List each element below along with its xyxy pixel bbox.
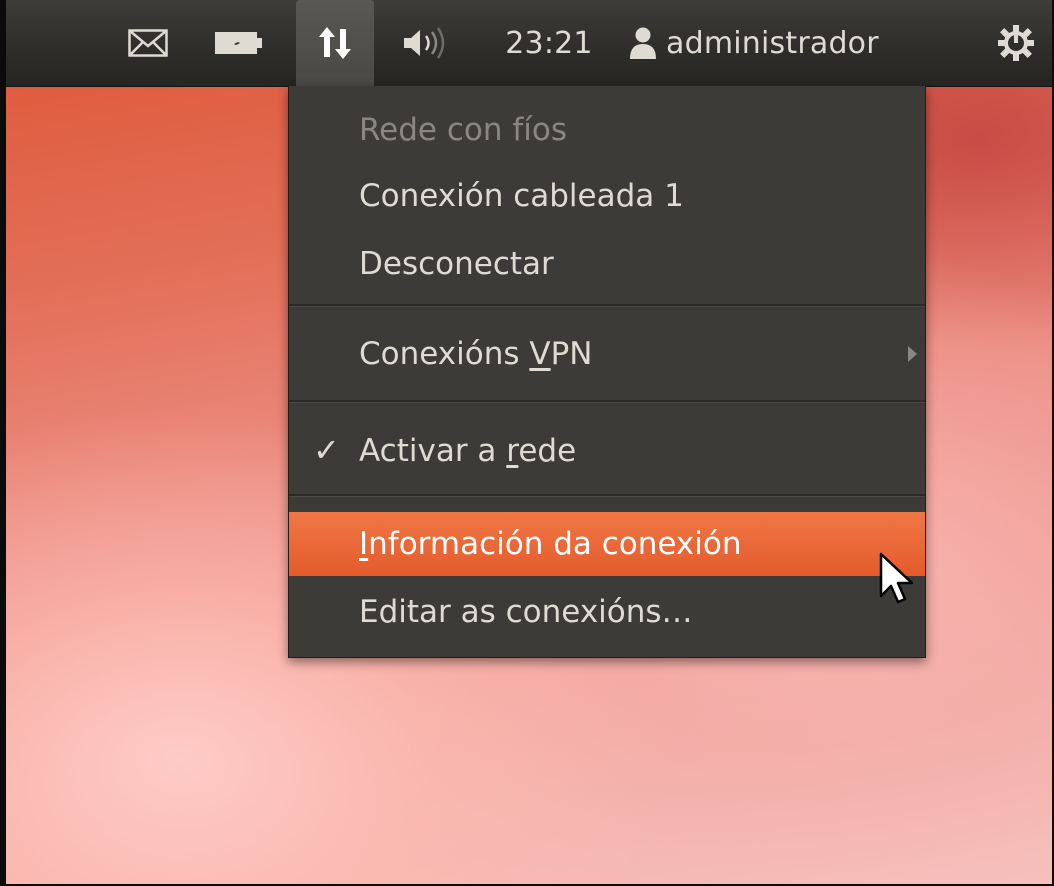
battery-charging-icon bbox=[215, 32, 262, 54]
user-icon bbox=[630, 27, 656, 59]
menu-separator bbox=[289, 304, 925, 307]
menu-item-label: Conexión cableada 1 bbox=[359, 178, 684, 214]
menu-item-vpn-connections[interactable]: Conexións VPN bbox=[289, 322, 925, 386]
mail-indicator[interactable] bbox=[120, 0, 176, 86]
menu-item-edit-connections[interactable]: Editar as conexións… bbox=[289, 580, 925, 644]
clock-indicator[interactable]: 23:21 bbox=[484, 0, 614, 86]
session-indicator[interactable] bbox=[990, 0, 1042, 86]
menu-item-label: Conexións VPN bbox=[359, 336, 593, 372]
menu-item-wired-connection-1[interactable]: Conexión cableada 1 bbox=[289, 164, 925, 228]
top-panel: 23:21 administrador bbox=[0, 0, 1054, 87]
network-indicator[interactable] bbox=[296, 0, 374, 86]
user-indicator[interactable]: administrador bbox=[628, 0, 980, 86]
desktop: 23:21 administrador Rede con fíos Conexi… bbox=[0, 0, 1054, 886]
wired-network-header-label: Rede con fíos bbox=[359, 112, 567, 148]
network-menu: Rede con fíos Conexión cableada 1 Descon… bbox=[288, 86, 926, 658]
mouse-cursor-icon bbox=[879, 552, 914, 604]
power-gear-icon bbox=[998, 25, 1034, 61]
clock: 23:21 bbox=[505, 25, 593, 61]
menu-item-disconnect[interactable]: Desconectar bbox=[289, 232, 925, 296]
battery-indicator[interactable] bbox=[208, 0, 272, 86]
menu-item-connection-information[interactable]: Información da conexión bbox=[289, 512, 925, 576]
user-name: administrador bbox=[666, 25, 879, 61]
network-updown-icon bbox=[319, 27, 351, 59]
menu-separator bbox=[289, 494, 925, 497]
envelope-icon bbox=[128, 29, 168, 57]
menu-item-label: Información da conexión bbox=[359, 526, 742, 562]
sound-indicator[interactable] bbox=[392, 0, 458, 86]
submenu-arrow-icon bbox=[908, 346, 917, 362]
menu-item-label: Desconectar bbox=[359, 246, 554, 282]
speaker-icon bbox=[404, 27, 445, 59]
checkmark-icon: ✓ bbox=[313, 431, 340, 469]
menu-item-label: Activar a rede bbox=[359, 433, 577, 469]
menu-item-label: Editar as conexións… bbox=[359, 594, 693, 630]
wired-network-header: Rede con fíos bbox=[289, 98, 925, 162]
menu-item-enable-network[interactable]: ✓ Activar a rede bbox=[289, 419, 925, 483]
menu-separator bbox=[289, 400, 925, 403]
